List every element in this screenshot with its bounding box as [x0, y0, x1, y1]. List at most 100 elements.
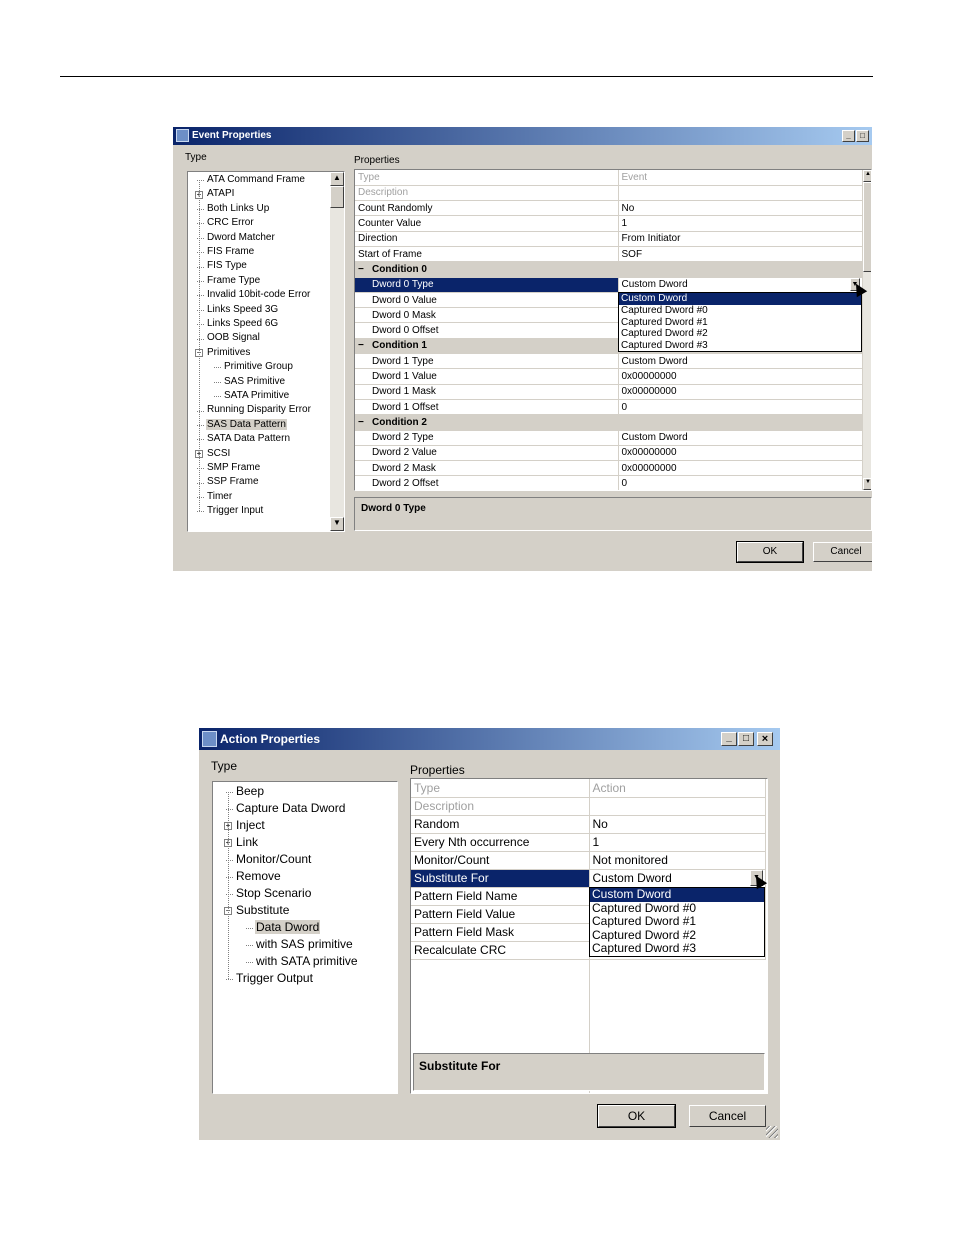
- property-value[interactable]: 0x00000000: [618, 368, 863, 385]
- property-row[interactable]: Dword 1 Value 0x00000000: [355, 368, 863, 385]
- property-value[interactable]: SOF: [618, 246, 863, 263]
- tree-item[interactable]: SMP Frame: [206, 461, 261, 475]
- property-value[interactable]: 0x00000000: [618, 445, 863, 462]
- tree-item[interactable]: SAS Primitive: [223, 375, 286, 389]
- properties-grid[interactable]: Substitute For Type Action Description Rand…: [410, 778, 768, 1094]
- collapse-icon[interactable]: −: [358, 264, 368, 275]
- property-row[interactable]: Count Randomly No: [355, 200, 863, 217]
- property-row[interactable]: Random No: [411, 815, 766, 834]
- maximize-icon[interactable]: □: [856, 130, 869, 142]
- maximize-icon[interactable]: □: [738, 732, 754, 746]
- tree-item[interactable]: Capture Data Dword: [235, 800, 346, 817]
- property-row[interactable]: Substitute For Custom Dword: [411, 869, 766, 888]
- tree-item[interactable]: with SATA primitive: [255, 953, 359, 970]
- tree-item[interactable]: Trigger Output: [235, 970, 314, 987]
- property-row[interactable]: Dword 2 Type Custom Dword: [355, 430, 863, 446]
- property-row[interactable]: Dword 1 Mask 0x00000000: [355, 384, 863, 400]
- cancel-button[interactable]: Cancel: [689, 1105, 766, 1127]
- collapse-icon[interactable]: −: [358, 340, 368, 351]
- scroll-thumb[interactable]: [330, 186, 344, 208]
- property-value[interactable]: 0: [618, 399, 863, 416]
- event-dialog-titlebar[interactable]: Event Properties _ □: [173, 127, 872, 145]
- tree-item[interactable]: Substitute: [235, 902, 290, 919]
- close-icon[interactable]: ×: [757, 732, 773, 746]
- scroll-up-icon[interactable]: ▲: [330, 172, 344, 186]
- property-row[interactable]: Dword 2 Value 0x00000000: [355, 445, 863, 462]
- tree-item[interactable]: Frame Type: [206, 274, 261, 288]
- resize-grip-icon[interactable]: [766, 1126, 778, 1138]
- tree-scrollbar[interactable]: ▲ ▼: [330, 172, 344, 531]
- property-row[interactable]: Dword 2 Mask 0x00000000: [355, 460, 863, 477]
- tree-item[interactable]: Trigger Input: [206, 504, 264, 518]
- property-value[interactable]: 0x00000000: [618, 460, 863, 477]
- dropdown-option[interactable]: Captured Dword #0: [590, 901, 764, 916]
- tree-item[interactable]: CRC Error: [206, 216, 255, 230]
- tree-item[interactable]: Stop Scenario: [235, 885, 312, 902]
- property-value[interactable]: 0: [618, 475, 863, 490]
- tree-item[interactable]: Link: [235, 834, 259, 851]
- tree-item[interactable]: FIS Type: [206, 259, 248, 273]
- dropdown-option[interactable]: Captured Dword #2: [619, 328, 861, 340]
- dropdown-option[interactable]: Captured Dword #2: [590, 928, 764, 943]
- property-row[interactable]: Description: [411, 797, 766, 816]
- tree-item[interactable]: SATA Primitive: [223, 389, 290, 403]
- tree-item[interactable]: Running Disparity Error: [206, 403, 312, 417]
- property-value[interactable]: 0x00000000: [618, 384, 863, 400]
- tree-item[interactable]: Links Speed 3G: [206, 303, 279, 317]
- property-value[interactable]: Custom Dword: [618, 353, 863, 370]
- tree-item[interactable]: Both Links Up: [206, 202, 270, 216]
- tree-item[interactable]: OOB Signal: [206, 331, 261, 345]
- property-row[interactable]: Start of Frame SOF: [355, 246, 863, 263]
- grid-scroll-thumb[interactable]: [863, 182, 871, 272]
- tree-item[interactable]: Primitive Group: [223, 360, 294, 374]
- property-row[interactable]: Type Event: [355, 170, 863, 186]
- grid-scroll-up-icon[interactable]: ▲: [863, 170, 871, 182]
- dropdown-list[interactable]: Custom Dword Captured Dword #0 Captured Dw…: [589, 887, 765, 957]
- property-row[interactable]: Every Nth occurrence 1: [411, 833, 766, 852]
- property-value[interactable]: 1: [589, 833, 766, 852]
- property-row[interactable]: Direction From Initiator: [355, 231, 863, 247]
- dropdown-option[interactable]: Custom Dword: [619, 293, 861, 305]
- minimize-icon[interactable]: _: [721, 732, 737, 746]
- property-value[interactable]: No: [618, 200, 863, 217]
- tree-item[interactable]: Data Dword: [255, 919, 321, 936]
- dropdown-option[interactable]: Captured Dword #3: [619, 340, 861, 352]
- grid-scrollbar[interactable]: ▲ ▼: [863, 170, 871, 490]
- tree-item[interactable]: Monitor/Count: [235, 851, 312, 868]
- category-row[interactable]: − Condition 2: [355, 414, 863, 431]
- dropdown-option[interactable]: Captured Dword #0: [619, 305, 861, 317]
- tree-item[interactable]: Remove: [235, 868, 282, 885]
- grid-scroll-down-icon[interactable]: ▼: [863, 478, 871, 490]
- property-row[interactable]: Monitor/Count Not monitored: [411, 851, 766, 870]
- dropdown-option[interactable]: Custom Dword: [590, 887, 764, 902]
- property-row[interactable]: Dword 1 Type Custom Dword: [355, 353, 863, 370]
- tree-item[interactable]: Links Speed 6G: [206, 317, 279, 331]
- tree-item[interactable]: SATA Data Pattern: [206, 432, 291, 446]
- tree-item[interactable]: Timer: [206, 490, 233, 504]
- property-value[interactable]: Event: [618, 170, 863, 186]
- dropdown-option[interactable]: Captured Dword #1: [619, 317, 861, 329]
- tree-item[interactable]: Inject: [235, 817, 266, 834]
- property-value[interactable]: Action: [589, 779, 766, 798]
- property-value[interactable]: 1: [618, 215, 863, 232]
- property-value[interactable]: Custom Dword: [589, 869, 766, 888]
- tree-item[interactable]: ATAPI: [206, 187, 235, 201]
- tree-item[interactable]: Dword Matcher: [206, 231, 276, 245]
- dropdown-list[interactable]: Custom Dword Captured Dword #0 Captured Dw…: [618, 292, 862, 353]
- minimize-icon[interactable]: _: [842, 130, 855, 142]
- property-value[interactable]: Not monitored: [589, 851, 766, 870]
- tree-item[interactable]: Beep: [235, 783, 265, 800]
- dropdown-option[interactable]: Captured Dword #1: [590, 915, 764, 929]
- tree-item[interactable]: with SAS primitive: [255, 936, 354, 953]
- property-row[interactable]: Dword 1 Offset 0: [355, 399, 863, 416]
- property-row[interactable]: Dword 0 Type Custom Dword: [355, 277, 863, 293]
- property-value[interactable]: [618, 185, 863, 202]
- ok-button[interactable]: OK: [736, 541, 804, 563]
- tree-item[interactable]: Invalid 10bit-code Error: [206, 288, 311, 302]
- property-value[interactable]: No: [589, 815, 766, 834]
- properties-grid[interactable]: ▲ ▼ Type Event Description Count Randomly No…: [354, 169, 872, 491]
- property-value[interactable]: Custom Dword: [618, 430, 863, 446]
- property-value[interactable]: [589, 797, 766, 816]
- tree-item[interactable]: Primitives: [206, 346, 251, 360]
- property-row[interactable]: Description: [355, 185, 863, 202]
